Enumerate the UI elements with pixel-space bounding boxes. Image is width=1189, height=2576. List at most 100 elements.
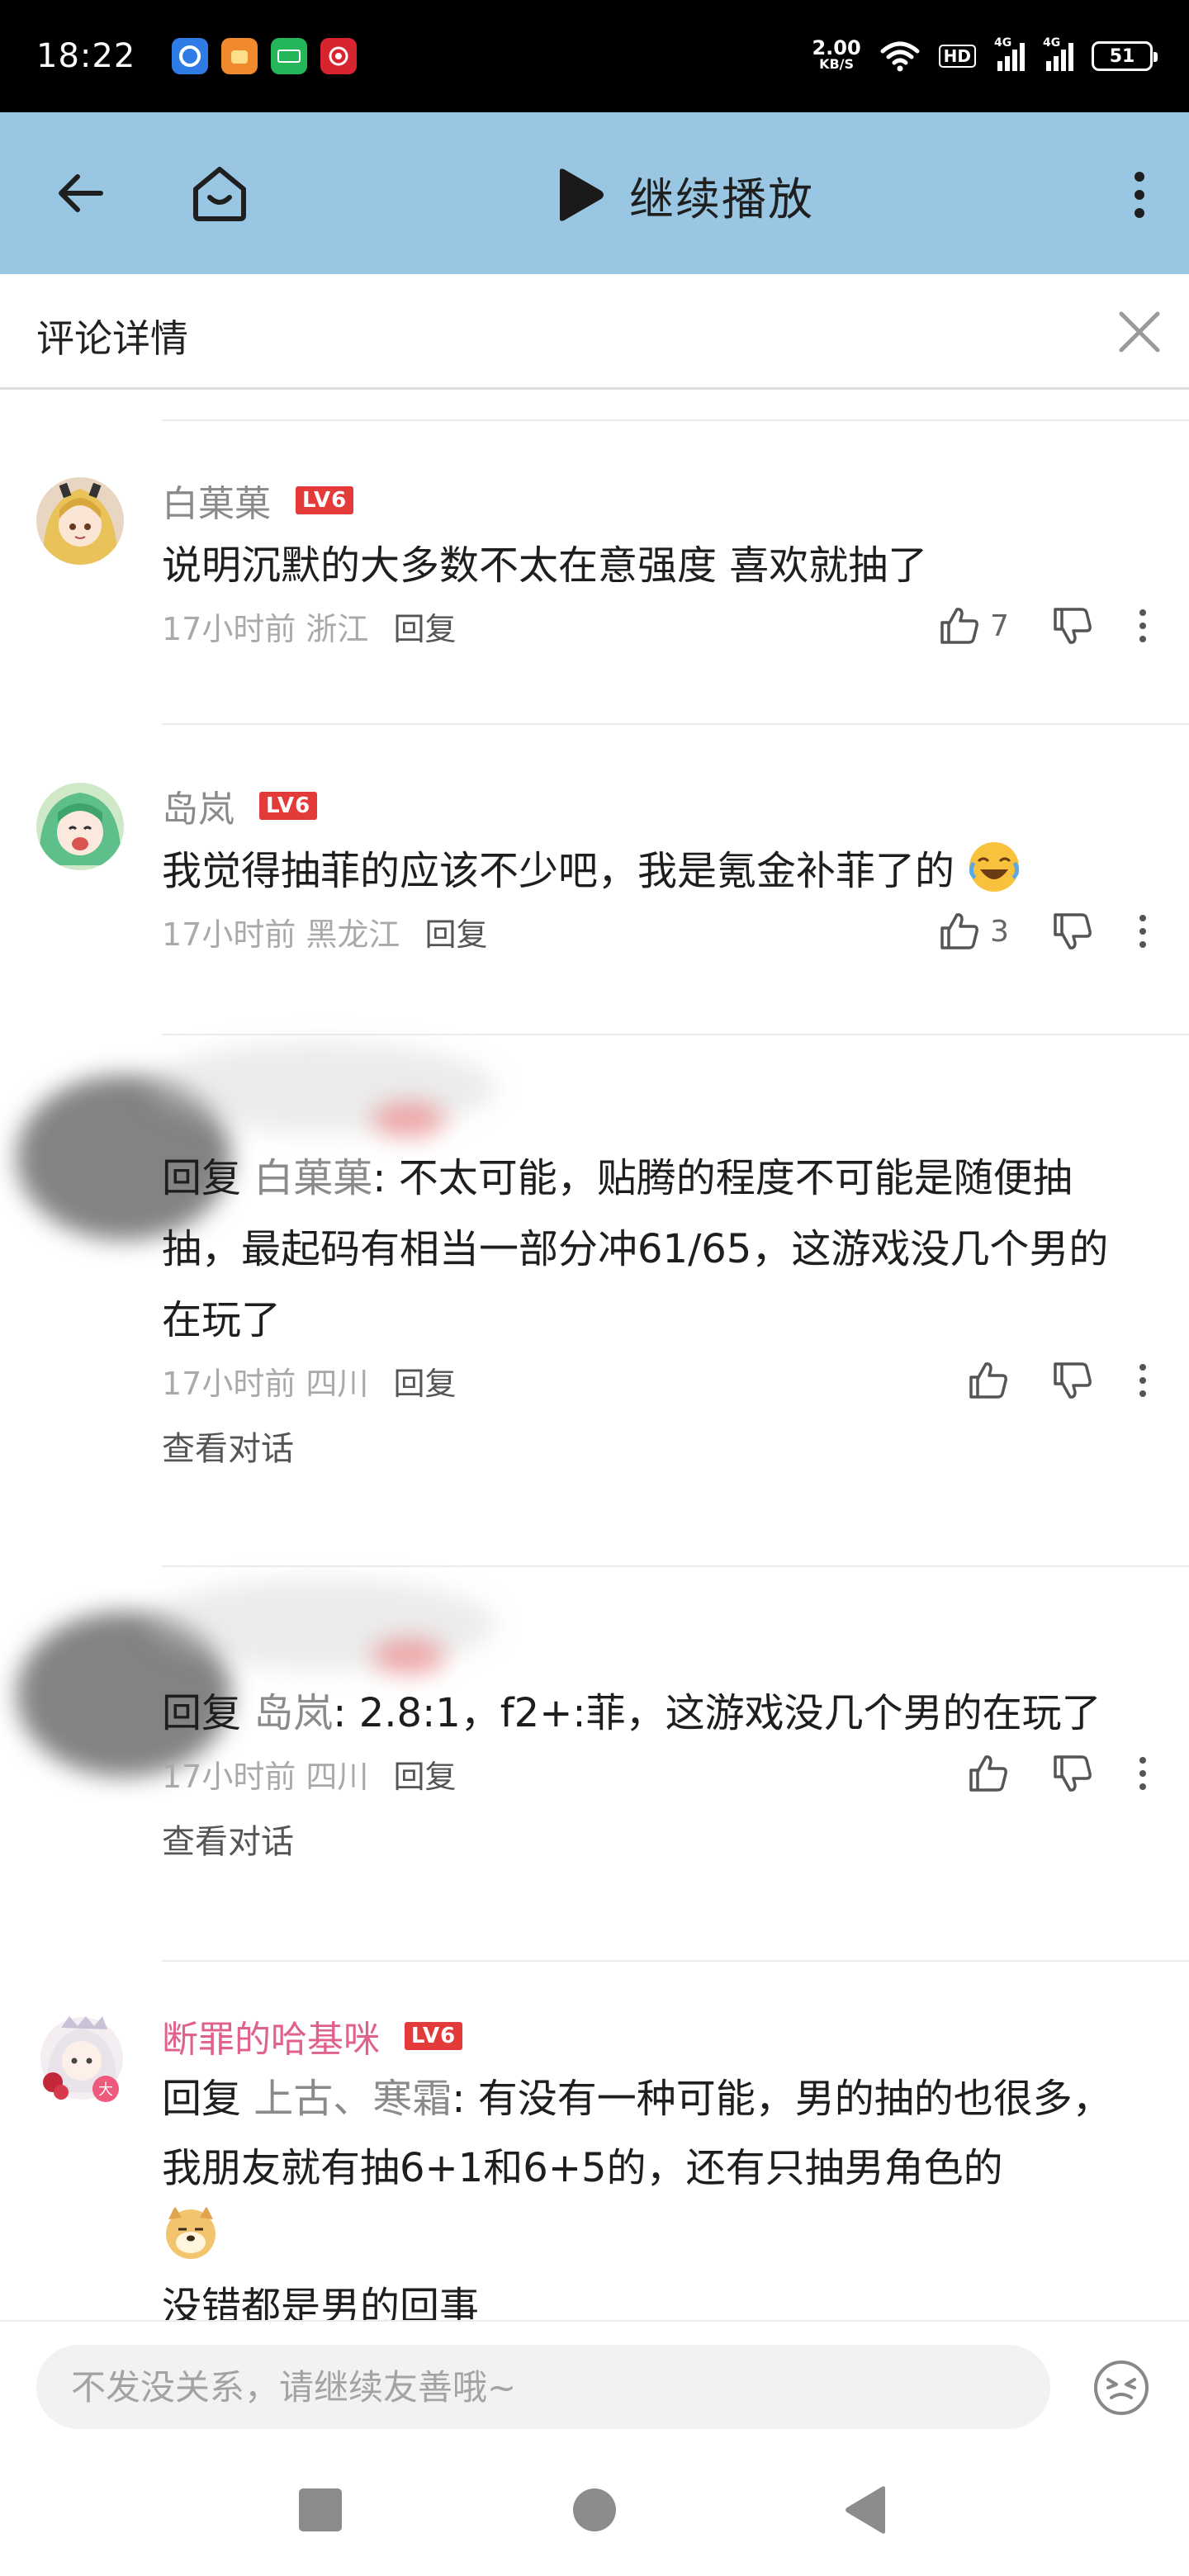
divider xyxy=(162,1034,1189,1035)
back-button[interactable] xyxy=(48,160,114,226)
comment-body: 断罪的哈基咪 LV6 回复 上古、寒霜: 有没有一种可能，男的抽的也很多，我朋友… xyxy=(162,2013,1148,2320)
avatar[interactable] xyxy=(36,477,124,565)
app-header: 继续播放 xyxy=(0,112,1189,274)
thumbs-up-icon xyxy=(940,913,978,949)
doge-emoji xyxy=(166,2206,216,2259)
hd-icon: HD xyxy=(938,45,976,68)
like-button[interactable]: 7 xyxy=(939,606,1009,646)
reply-button[interactable]: 回复 xyxy=(393,1358,456,1404)
comment-time-location: 17小时前 浙江 xyxy=(162,610,369,647)
reply-target[interactable]: 岛岚 xyxy=(253,1690,333,1736)
dislike-button[interactable] xyxy=(1052,606,1093,646)
dislike-button[interactable] xyxy=(1052,1754,1093,1793)
back-nav-button[interactable] xyxy=(836,2480,895,2540)
comment-more-button[interactable] xyxy=(1138,1755,1148,1792)
arrow-left-icon xyxy=(59,174,103,212)
continue-play-button[interactable]: 继续播放 xyxy=(553,162,814,228)
emoji-button[interactable] xyxy=(1092,2358,1151,2417)
comment-list[interactable]: 白菓菓 LV6 说明沉默的大多数不太在意强度 喜欢就抽了 17小时前 浙江 回复… xyxy=(0,391,1189,2320)
reply-button[interactable]: 回复 xyxy=(393,1751,456,1797)
username[interactable]: 白菓菓 xyxy=(162,474,271,527)
signal-icon-2: 4G xyxy=(1043,36,1073,71)
more-vertical-icon xyxy=(1139,1364,1146,1397)
dislike-button[interactable] xyxy=(1052,1361,1093,1400)
page-title: 评论详情 xyxy=(36,316,188,361)
comment-text: 回复 上古、寒霜: 有没有一种可能，男的抽的也很多，我朋友就有抽6+1和6+5的… xyxy=(162,2076,1112,2320)
close-button[interactable] xyxy=(1110,302,1169,362)
app-icon-4 xyxy=(320,38,358,74)
more-vertical-icon xyxy=(1139,915,1146,948)
close-icon xyxy=(1119,311,1160,353)
divider xyxy=(162,419,1189,421)
divider xyxy=(162,1565,1189,1567)
comment-text: 回复 岛岚: 2.8:1，f2+:菲，这游戏没几个男的在玩了 xyxy=(162,1690,1101,1736)
comment-time-location: 17小时前 黑龙江 xyxy=(162,916,400,953)
signal-icon-1: 4G xyxy=(994,36,1025,71)
comment-time-location: 17小时前 四川 xyxy=(162,1365,369,1402)
comment-input-bar xyxy=(0,2320,1189,2444)
home-nav-button[interactable] xyxy=(565,2480,624,2540)
comment-text: 我觉得抽菲的应该不少吧，我是氪金补菲了的 xyxy=(162,836,1148,907)
status-bar: 18:22 2.00 KB/S HD 4G 4G 51 xyxy=(0,0,1189,112)
thumbs-up-icon xyxy=(969,1362,1007,1399)
more-vertical-icon xyxy=(1139,1757,1146,1790)
view-conversation-link[interactable]: 查看对话 xyxy=(162,1815,1148,1863)
reply-target[interactable]: 上古、寒霜 xyxy=(253,2076,452,2122)
emoji-icon xyxy=(1094,2361,1149,2415)
divider xyxy=(162,723,1189,725)
thumbs-down-icon xyxy=(1054,1362,1092,1399)
thumbs-up-icon xyxy=(940,608,978,644)
comment-body: 回复 岛岚: 2.8:1，f2+:菲，这游戏没几个男的在玩了 17小时前 四川 … xyxy=(162,1620,1148,1863)
like-button[interactable]: 3 xyxy=(939,912,1009,951)
like-count: 7 xyxy=(990,608,1009,643)
view-conversation-link[interactable]: 查看对话 xyxy=(162,1422,1148,1470)
reply-button[interactable]: 回复 xyxy=(393,604,456,649)
system-navigation-bar xyxy=(0,2444,1189,2576)
laugh-cry-emoji xyxy=(969,842,1020,892)
level-badge: LV6 xyxy=(296,486,354,514)
app-icon-1 xyxy=(172,38,209,74)
comment-text: 说明沉默的大多数不太在意强度 喜欢就抽了 xyxy=(162,542,928,589)
comment-text: 回复 白菓菓: 不太可能，贴腾的程度不可能是随便抽抽，最起码有相当一部分冲61/… xyxy=(162,1155,1109,1343)
reply-target[interactable]: 白菓菓 xyxy=(253,1155,372,1201)
like-button[interactable] xyxy=(968,1754,1009,1793)
battery-icon: 51 xyxy=(1092,41,1158,71)
like-count: 3 xyxy=(990,914,1009,949)
circle-icon xyxy=(573,2488,616,2531)
continue-play-label: 继续播放 xyxy=(629,173,814,225)
dislike-button[interactable] xyxy=(1052,912,1093,951)
status-indicators: 2.00 KB/S HD 4G 4G 51 xyxy=(812,36,1158,73)
avatar[interactable] xyxy=(36,783,124,870)
play-icon xyxy=(560,168,604,221)
network-speed: 2.00 KB/S xyxy=(812,36,861,72)
username[interactable]: 断罪的哈基咪 xyxy=(162,2010,380,2062)
thumbs-down-icon xyxy=(1054,1755,1092,1792)
comment-more-button[interactable] xyxy=(1138,608,1148,644)
home-button[interactable] xyxy=(183,157,256,230)
comment-more-button[interactable] xyxy=(1138,1362,1148,1399)
username[interactable]: 岛岚 xyxy=(162,779,234,832)
like-button[interactable] xyxy=(968,1361,1009,1400)
recents-button[interactable] xyxy=(291,2480,350,2540)
reply-button[interactable]: 回复 xyxy=(424,909,487,954)
home-icon xyxy=(193,167,246,221)
level-badge: LV6 xyxy=(405,2022,463,2050)
wifi-icon xyxy=(880,41,920,72)
divider xyxy=(162,1960,1189,1962)
more-options-button[interactable] xyxy=(1115,162,1164,228)
svg-text:大: 大 xyxy=(98,2081,113,2099)
comment-time-location: 17小时前 四川 xyxy=(162,1758,369,1795)
comment-detail-bar: 评论详情 xyxy=(0,274,1189,390)
thumbs-down-icon xyxy=(1054,608,1092,644)
more-vertical-icon xyxy=(1135,172,1144,218)
status-time: 18:22 xyxy=(36,37,136,75)
thumbs-down-icon xyxy=(1054,913,1092,949)
comment-input[interactable] xyxy=(36,2345,1050,2429)
comment-body: 岛岚 LV6 我觉得抽菲的应该不少吧，我是氪金补菲了的 17小时前 黑龙江 回复 xyxy=(162,783,1148,956)
avatar[interactable]: 大 xyxy=(36,2013,127,2104)
triangle-back-icon xyxy=(846,2486,885,2534)
level-badge: LV6 xyxy=(259,792,318,820)
comment-more-button[interactable] xyxy=(1138,913,1148,949)
notification-icons xyxy=(172,38,358,74)
app-icon-2 xyxy=(221,38,258,74)
